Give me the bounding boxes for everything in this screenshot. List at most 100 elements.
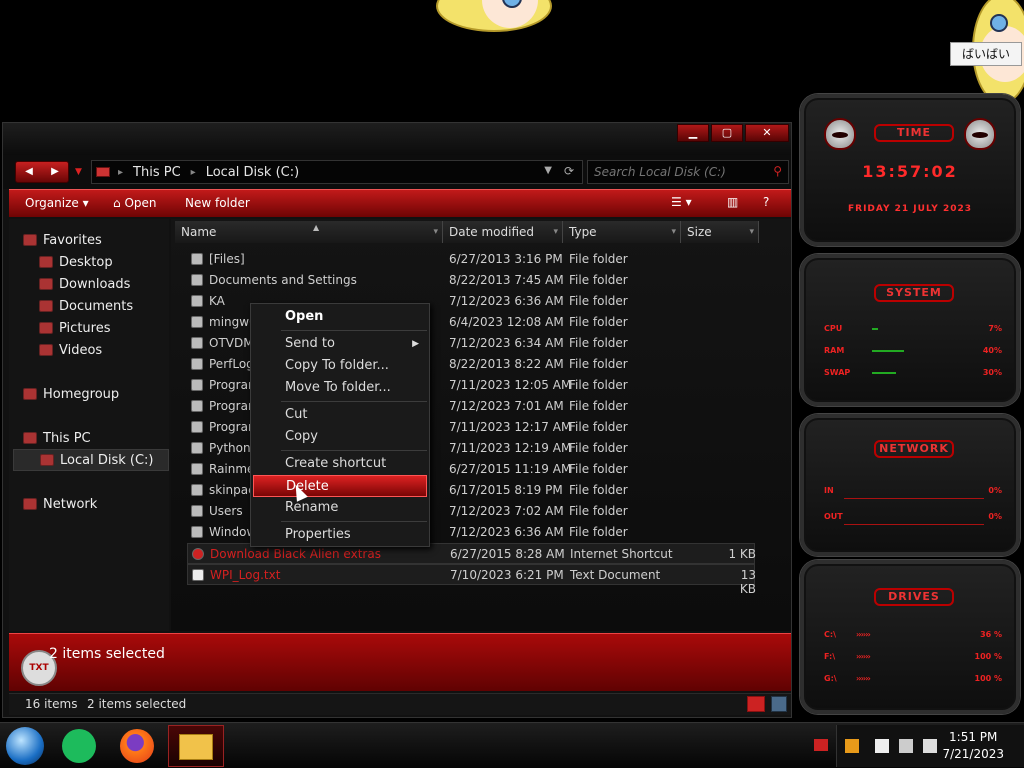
desktop-wallpaper-character: [436, 0, 552, 32]
column-header-type[interactable]: Type ▾: [563, 221, 681, 243]
search-input[interactable]: [588, 161, 764, 183]
network-out-graph: [844, 524, 984, 525]
back-arrow-icon[interactable]: ◀: [16, 162, 42, 182]
sidebar-item-this-pc[interactable]: This PC: [23, 427, 179, 449]
metric-value: 40%: [982, 346, 1002, 355]
chevron-down-icon[interactable]: ▾: [553, 221, 558, 243]
recent-locations-icon[interactable]: ▼: [75, 167, 82, 177]
file-type: File folder: [569, 483, 628, 497]
file-type: File folder: [569, 252, 628, 266]
file-date: 6/27/2013 3:16 PM: [449, 252, 563, 266]
search-icon[interactable]: ⚲: [773, 164, 782, 178]
folder-icon: [191, 274, 203, 286]
column-header-size[interactable]: Size ▾: [681, 221, 759, 243]
table-row[interactable]: Documents and Settings 8/22/2013 7:45 AM F…: [187, 270, 755, 291]
table-row[interactable]: WPI_Log.txt 7/10/2023 6:21 PM Text Documen…: [187, 564, 756, 596]
drives-gadget: DRIVES C:\ ›››››› 36 % F:\ ›››››› 100 % G:\ ›…: [800, 560, 1020, 714]
file-type: Text Document: [570, 568, 661, 582]
folder-icon: [191, 400, 203, 412]
volume-icon[interactable]: [923, 739, 937, 753]
selection-count: 2 items selected: [87, 697, 187, 711]
details-view-icon[interactable]: [747, 696, 765, 712]
chevron-down-icon[interactable]: ▾: [433, 221, 438, 243]
chevron-down-icon[interactable]: ▾: [671, 221, 676, 243]
menu-separator: [281, 401, 427, 402]
menu-item-cut[interactable]: Cut: [253, 404, 427, 426]
menu-item-delete[interactable]: Delete: [253, 475, 427, 497]
refresh-icon[interactable]: ⟳: [564, 164, 574, 178]
close-button[interactable]: ✕: [745, 124, 789, 142]
computer-icon: [23, 432, 37, 444]
window-titlebar[interactable]: ▁ ▢ ✕: [3, 123, 791, 155]
breadcrumb-local-disk[interactable]: Local Disk (C:): [206, 165, 299, 180]
start-button[interactable]: [6, 727, 44, 765]
breadcrumb-this-pc[interactable]: This PC: [133, 165, 181, 180]
menu-item-send-to[interactable]: Send to ▶: [253, 333, 427, 355]
large-icons-view-icon[interactable]: [771, 696, 787, 712]
drive-row-f: F:\ ›››››› 100 %: [824, 652, 1002, 664]
folder-icon: [191, 316, 203, 328]
column-header-name[interactable]: ▲ Name ▾: [175, 221, 443, 243]
chevron-down-icon[interactable]: ▾: [749, 221, 754, 243]
menu-separator: [281, 521, 427, 522]
action-center-flag-icon[interactable]: [875, 739, 889, 753]
swap-bar: [872, 372, 896, 374]
file-date: 7/12/2023 6:36 AM: [449, 294, 564, 308]
table-row[interactable]: [Files] 6/27/2013 3:16 PM File folder: [187, 249, 755, 270]
status-bar: 16 items 2 items selected: [9, 693, 791, 715]
search-box[interactable]: ⚲: [587, 160, 789, 184]
tray-app-icon[interactable]: [845, 739, 859, 753]
file-name: KA: [209, 294, 225, 308]
menu-item-copy[interactable]: Copy: [253, 426, 427, 448]
sidebar-item-label: Network: [43, 496, 98, 512]
metric-value: 30%: [982, 368, 1002, 377]
menu-item-open[interactable]: Open: [253, 306, 427, 328]
menu-item-move-to-folder[interactable]: Move To folder...: [253, 377, 427, 399]
homegroup-icon: [23, 388, 37, 400]
minimize-button[interactable]: ▁: [677, 124, 709, 142]
column-header-date[interactable]: Date modified ▾: [443, 221, 563, 243]
file-type: File folder: [569, 357, 628, 371]
drive-label: C:\: [824, 630, 836, 639]
notes-app-icon[interactable]: [62, 729, 96, 763]
star-icon: [23, 234, 37, 246]
network-icon[interactable]: [899, 739, 913, 753]
taskbar-clock[interactable]: 1:51 PM 7/21/2023: [942, 729, 1004, 763]
file-explorer-taskbar-button[interactable]: [168, 725, 224, 767]
maximize-button[interactable]: ▢: [711, 124, 743, 142]
address-bar[interactable]: ▸ This PC ▸ Local Disk (C:) ▼ ⟳: [91, 160, 583, 184]
sidebar-item-label: Desktop: [59, 254, 113, 270]
preview-pane-icon[interactable]: ▥: [727, 195, 738, 209]
file-date: 7/12/2023 7:01 AM: [449, 399, 564, 413]
new-folder-button[interactable]: New folder: [185, 196, 250, 210]
file-date: 7/12/2023 6:36 AM: [449, 525, 564, 539]
clock-gadget: TIME 13:57:02 FRIDAY 21 JULY 2023: [800, 94, 1020, 246]
sidebar-item-favorites[interactable]: Favorites: [23, 229, 179, 251]
open-button[interactable]: ⌂ Open: [113, 196, 157, 210]
menu-item-create-shortcut[interactable]: Create shortcut: [253, 453, 427, 475]
file-name: WPI_Log.txt: [210, 568, 281, 582]
tray-red-icon[interactable]: [814, 739, 828, 751]
context-menu: Open Send to ▶ Copy To folder... Move To …: [250, 303, 430, 547]
metric-label: RAM: [824, 346, 845, 355]
documents-icon: [39, 300, 53, 312]
change-view-icon[interactable]: ☰ ▾: [671, 195, 692, 209]
file-type: File folder: [569, 336, 628, 350]
sidebar-item-network[interactable]: Network: [23, 493, 179, 515]
file-type: File folder: [569, 294, 628, 308]
firefox-icon[interactable]: [120, 729, 154, 763]
menu-item-rename[interactable]: Rename: [253, 497, 427, 519]
menu-item-copy-to-folder[interactable]: Copy To folder...: [253, 355, 427, 377]
system-gadget: SYSTEM CPU 7% RAM 40% SWAP 30%: [800, 254, 1020, 406]
help-icon[interactable]: ?: [763, 195, 769, 209]
text-document-icon: [192, 569, 204, 581]
menu-item-properties[interactable]: Properties: [253, 524, 427, 546]
sidebar-item-homegroup[interactable]: Homegroup: [23, 383, 179, 405]
organize-button[interactable]: Organize ▾: [25, 196, 89, 210]
address-dropdown-icon[interactable]: ▼: [544, 165, 552, 176]
sidebar-item-local-disk[interactable]: Local Disk (C:): [13, 449, 169, 471]
breadcrumb-separator-icon[interactable]: ▸: [191, 167, 196, 178]
breadcrumb-separator-icon[interactable]: ▸: [118, 167, 123, 178]
file-type: File folder: [569, 399, 628, 413]
forward-arrow-icon[interactable]: ▶: [42, 162, 68, 182]
